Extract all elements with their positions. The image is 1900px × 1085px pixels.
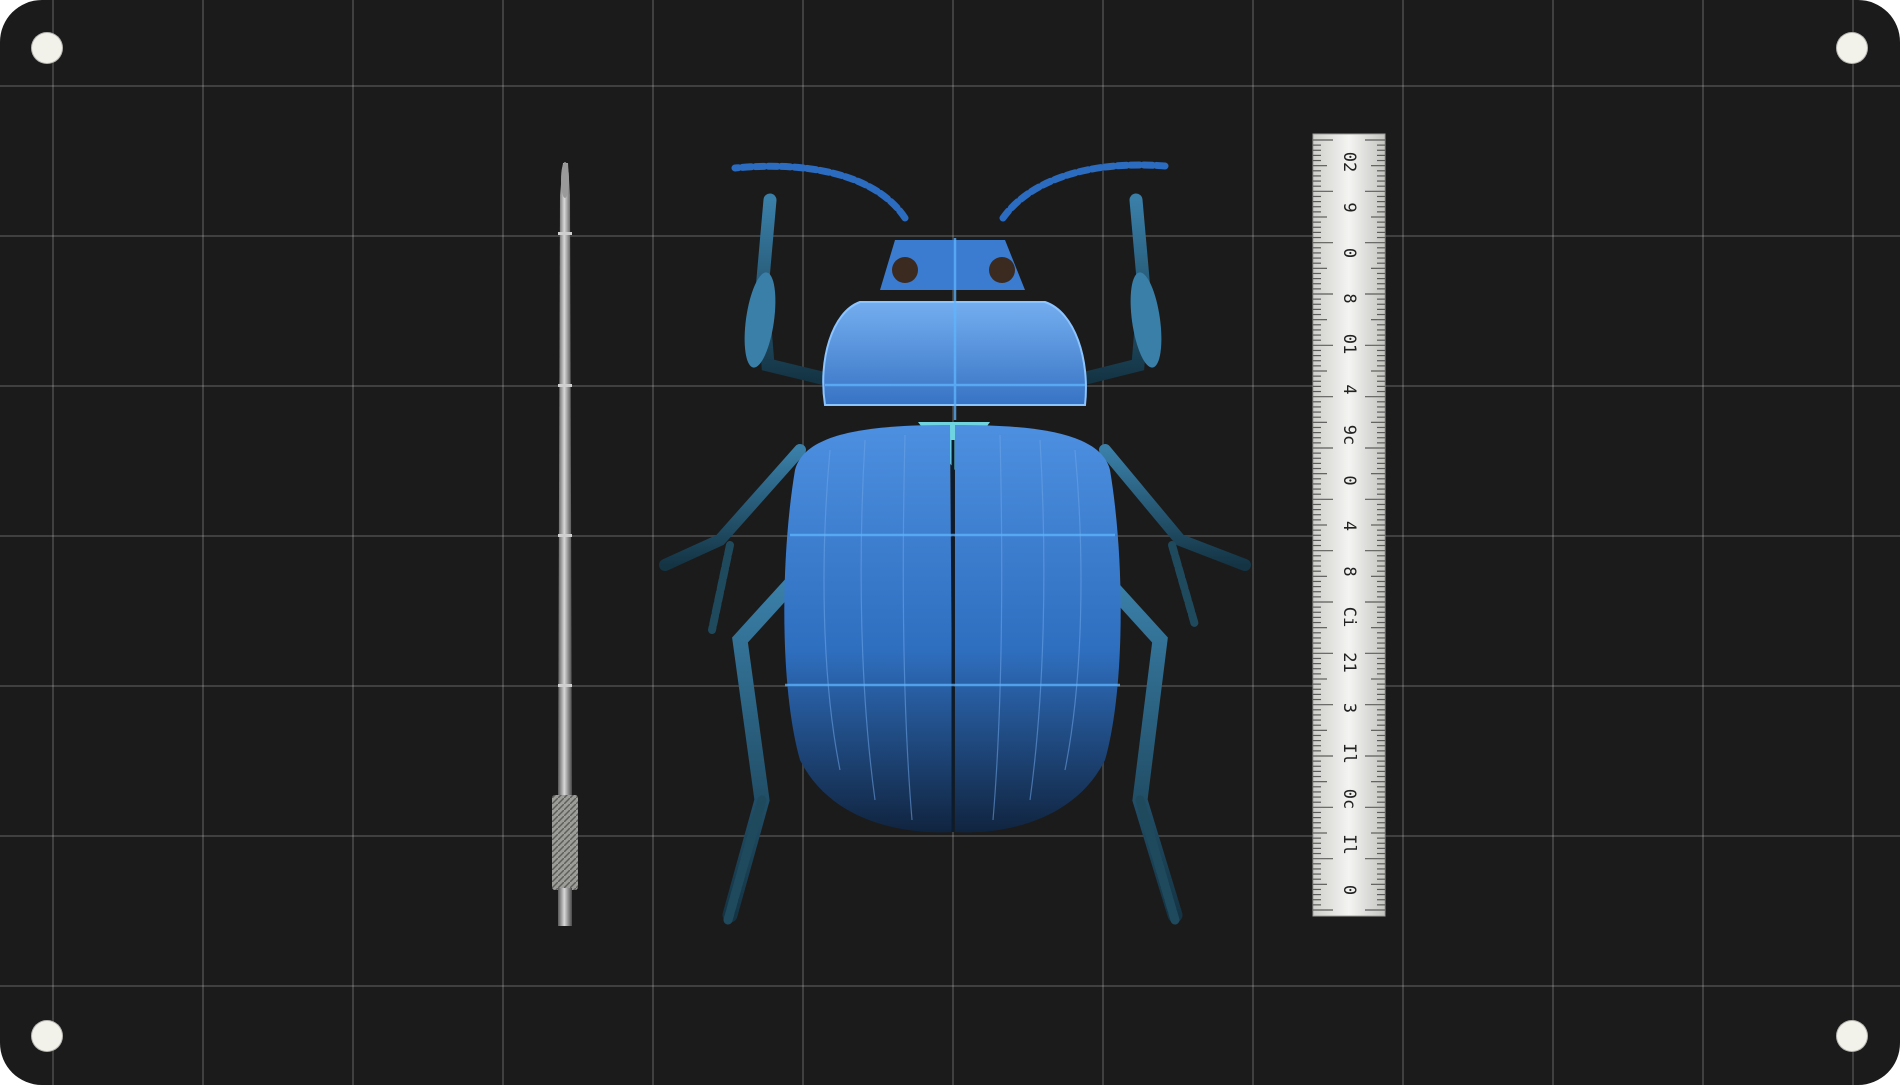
ruler-label: 0 <box>1339 248 1359 258</box>
ruler-label: 21 <box>1339 652 1359 672</box>
ruler-label: 9 <box>1339 202 1359 212</box>
ruler-icon: 02 9 0 8 01 4 9c 0 4 8 Ci 21 3 Il 0c Il 0 <box>1312 133 1386 917</box>
ruler-label: 02 <box>1339 152 1359 172</box>
ruler-label: 0c <box>1339 789 1359 809</box>
ruler-label: 8 <box>1339 293 1359 303</box>
specimen-pin-icon <box>552 162 578 926</box>
ruler-label: 3 <box>1339 703 1359 713</box>
specimen-board: 02 9 0 8 01 4 9c 0 4 8 Ci 21 3 Il 0c Il 0 <box>0 0 1900 1085</box>
ruler-label: 01 <box>1339 334 1359 354</box>
ruler-label: 8 <box>1339 566 1359 576</box>
ruler-label: 9c <box>1339 425 1359 445</box>
ruler-label: 0 <box>1339 475 1359 485</box>
ruler-label: 4 <box>1339 384 1359 394</box>
ruler-label: 4 <box>1339 521 1359 531</box>
ruler-label: Ci <box>1339 607 1359 627</box>
beetle-icon <box>659 161 1251 925</box>
ruler-label: Il <box>1339 834 1359 854</box>
ruler-label: Il <box>1339 743 1359 763</box>
specimen-illustration: 02 9 0 8 01 4 9c 0 4 8 Ci 21 3 Il 0c Il 0 <box>552 133 1386 926</box>
ruler-label: 0 <box>1339 885 1359 895</box>
